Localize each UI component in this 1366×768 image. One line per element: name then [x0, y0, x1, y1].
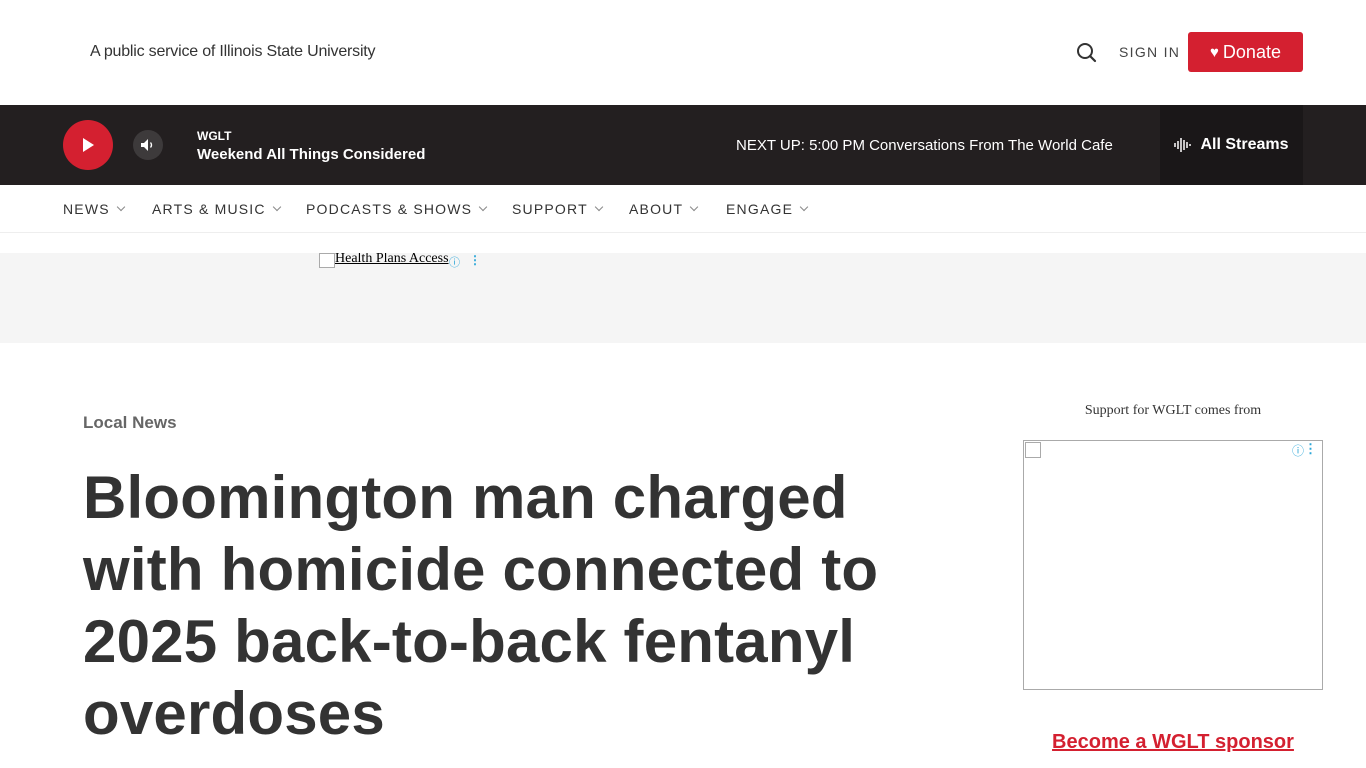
- nav-label: ENGAGE: [726, 201, 794, 217]
- volume-button[interactable]: [133, 130, 163, 160]
- nav-label: PODCASTS & SHOWS: [306, 201, 473, 217]
- ad-banner: Health Plans Access ⓘ ⋮: [0, 253, 1366, 343]
- nav-item-about[interactable]: ABOUT: [629, 201, 699, 217]
- next-up-text[interactable]: NEXT UP: 5:00 PM Conversations From The …: [736, 137, 1113, 154]
- chevron-down-icon: [116, 202, 126, 212]
- donate-button[interactable]: ♥ Donate: [1188, 32, 1303, 72]
- volume-icon: [141, 139, 153, 151]
- ad-alt-text: Health Plans Access: [335, 253, 449, 266]
- nav-label: NEWS: [63, 201, 110, 217]
- broken-image-icon: [319, 253, 335, 268]
- nav-item-podcasts-shows[interactable]: PODCASTS & SHOWS: [306, 201, 488, 217]
- nav-item-news[interactable]: NEWS: [63, 201, 126, 217]
- nav-item-arts-music[interactable]: ARTS & MUSIC: [152, 201, 281, 217]
- ad-info-icon[interactable]: ⓘ: [1292, 442, 1304, 459]
- ad-info-icon[interactable]: ⓘ: [449, 254, 460, 270]
- top-header: A public service of Illinois State Unive…: [0, 0, 1366, 105]
- nav-label: SUPPORT: [512, 201, 588, 217]
- broken-image-icon: [1025, 442, 1041, 458]
- article-category[interactable]: Local News: [83, 413, 177, 433]
- ad-more-icon[interactable]: ⋮: [1304, 441, 1317, 457]
- nav-label: ABOUT: [629, 201, 684, 217]
- main-nav: NEWS ARTS & MUSIC PODCASTS & SHOWS SUPPO…: [0, 185, 1366, 233]
- ad-more-icon[interactable]: ⋮: [469, 253, 481, 267]
- chevron-down-icon: [272, 202, 281, 212]
- article-headline: Bloomington man charged with homicide co…: [83, 464, 879, 747]
- play-icon: [83, 138, 94, 152]
- donate-label: Donate: [1222, 41, 1281, 62]
- chevron-down-icon: [594, 202, 604, 212]
- nav-label: ARTS & MUSIC: [152, 201, 266, 217]
- program-name: Weekend All Things Considered: [197, 146, 426, 163]
- nav-item-engage[interactable]: ENGAGE: [726, 201, 809, 217]
- all-streams-button[interactable]: All Streams: [1160, 105, 1303, 185]
- all-streams-label: All Streams: [1200, 136, 1289, 153]
- play-button[interactable]: [63, 120, 113, 170]
- nav-item-support[interactable]: SUPPORT: [512, 201, 604, 217]
- sign-in-link[interactable]: SIGN IN: [1119, 44, 1180, 60]
- site-tagline: A public service of Illinois State Unive…: [90, 43, 376, 60]
- search-icon[interactable]: [1074, 40, 1100, 66]
- support-text: Support for WGLT comes from: [1084, 403, 1262, 418]
- heart-icon: ♥: [1210, 43, 1219, 61]
- chevron-down-icon: [478, 202, 488, 212]
- chevron-down-icon: [799, 202, 809, 212]
- station-name: WGLT: [197, 129, 232, 143]
- player-bar: WGLT Weekend All Things Considered NEXT …: [0, 105, 1366, 185]
- sidebar-ad[interactable]: ⓘ ⋮: [1023, 440, 1323, 690]
- become-sponsor-link[interactable]: Become a WGLT sponsor: [1023, 731, 1323, 754]
- chevron-down-icon: [689, 202, 699, 212]
- audio-waves-icon: [1174, 138, 1192, 152]
